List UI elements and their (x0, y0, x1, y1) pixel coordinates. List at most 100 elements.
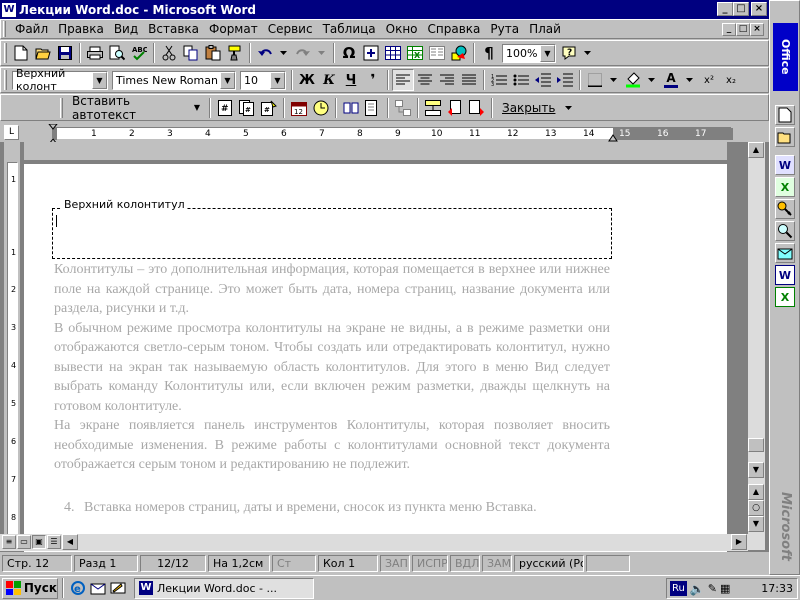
drawing-icon[interactable] (448, 42, 470, 64)
word-doc-icon[interactable]: W (775, 265, 795, 285)
chevron-down-icon[interactable]: ▼ (540, 44, 555, 62)
toolbar-grip[interactable] (4, 70, 7, 90)
align-left-icon[interactable] (392, 69, 414, 91)
outlook-icon[interactable] (775, 243, 795, 263)
font-size-select[interactable]: 10 ▼ (240, 70, 286, 90)
save-icon[interactable] (54, 42, 76, 64)
symbol-icon[interactable]: Ω (338, 42, 360, 64)
toolbar-grip[interactable] (4, 43, 7, 63)
borders-icon[interactable] (584, 69, 606, 91)
highlight-icon[interactable] (622, 69, 644, 91)
chevron-down-icon[interactable]: ▼ (220, 71, 235, 89)
menu-tools[interactable]: Сервис (263, 20, 318, 38)
show-next-icon[interactable] (466, 97, 488, 119)
office-logo[interactable]: Office (773, 23, 798, 91)
document-page[interactable]: Верхний колонтитул Колонтитулы – это доп… (24, 164, 727, 552)
internet-explorer-icon[interactable]: e (68, 578, 88, 598)
clock[interactable]: 17:33 (761, 582, 793, 595)
horizontal-scrollbar[interactable]: ≡ ▭ ▣ ☰ ◀ ▶ (0, 534, 748, 551)
doc-minimize-button[interactable]: _ (722, 23, 736, 36)
table-icon[interactable] (382, 42, 404, 64)
menu-grip[interactable] (3, 21, 6, 37)
indent-marker-icon[interactable] (48, 124, 58, 144)
zoom-select[interactable]: 100% ▼ (502, 43, 556, 63)
switch-header-footer-icon[interactable] (422, 97, 444, 119)
excel-app-icon[interactable]: X (775, 177, 795, 197)
same-as-previous-icon[interactable] (392, 97, 414, 119)
underline-button[interactable]: Ч (340, 69, 362, 91)
excel-doc-icon[interactable]: X (775, 287, 795, 307)
show-previous-icon[interactable] (444, 97, 466, 119)
copy-icon[interactable] (180, 42, 202, 64)
ruler-track[interactable]: 1 2 3 4 5 6 7 8 9 10 11 12 13 14 15 16 1… (48, 124, 733, 144)
subscript-button[interactable]: x₂ (720, 69, 742, 91)
access-key-icon[interactable] (775, 199, 795, 219)
taskbar-item-word[interactable]: W Лекции Word.doc - ... (134, 577, 314, 599)
paste-icon[interactable] (202, 42, 224, 64)
chevron-down-icon[interactable]: ▼ (270, 71, 285, 89)
menu-play[interactable]: Плай (524, 20, 566, 38)
right-indent-marker-icon[interactable] (608, 134, 618, 142)
outlook-express-icon[interactable] (88, 578, 108, 598)
page-number-icon[interactable]: # (214, 97, 236, 119)
outline-view-icon[interactable]: ☰ (47, 535, 61, 549)
toolbar-options-icon[interactable] (580, 42, 596, 64)
vertical-ruler-track[interactable]: 1 1 2 3 4 5 6 7 8 (7, 162, 18, 547)
menu-ruta[interactable]: Рута (485, 20, 524, 38)
spelling-icon[interactable]: ABC (128, 42, 150, 64)
cut-icon[interactable] (158, 42, 180, 64)
page-layout-view-icon[interactable]: ▣ (32, 535, 46, 549)
format-page-number-icon[interactable]: # (258, 97, 280, 119)
language-indicator[interactable]: Ru (670, 581, 687, 596)
align-right-icon[interactable] (436, 69, 458, 91)
excel-icon[interactable]: X (404, 42, 426, 64)
redo-icon[interactable] (292, 42, 314, 64)
increase-indent-icon[interactable] (554, 69, 576, 91)
chevron-down-icon[interactable]: ▼ (92, 71, 107, 89)
menu-table[interactable]: Таблица (318, 20, 381, 38)
preview-icon[interactable] (106, 42, 128, 64)
insert-date-icon[interactable]: 12 (288, 97, 310, 119)
align-center-icon[interactable] (414, 69, 436, 91)
select-browse-object-icon[interactable]: ○ (748, 500, 764, 516)
next-page-icon[interactable]: ▼ (748, 516, 764, 532)
tab-selector[interactable]: L (4, 125, 19, 140)
menu-help[interactable]: Справка (423, 20, 486, 38)
vertical-scrollbar[interactable]: ▲ ▼ ▲ ○ ▼ (748, 142, 765, 550)
bullets-icon[interactable] (510, 69, 532, 91)
italic-button[interactable]: К (318, 69, 340, 91)
apostrophe-icon[interactable]: ❜ (362, 69, 384, 91)
superscript-button[interactable]: x² (698, 69, 720, 91)
status-rec[interactable]: ЗАП (380, 555, 410, 572)
status-ovr[interactable]: ЗАМ (482, 555, 512, 572)
undo-icon[interactable] (254, 42, 276, 64)
page-setup-icon[interactable] (340, 97, 362, 119)
numbering-icon[interactable]: 123 (488, 69, 510, 91)
status-ext[interactable]: ВДЛ (450, 555, 480, 572)
style-select[interactable]: Верхний колонт ▼ (12, 67, 108, 93)
maximize-button[interactable]: □ (733, 2, 749, 16)
minimize-button[interactable]: _ (717, 2, 733, 16)
font-color-icon[interactable]: A (660, 69, 682, 91)
font-color-dropdown-icon[interactable] (682, 69, 698, 91)
doc-restore-button[interactable]: □ (736, 23, 750, 36)
page-count-icon[interactable]: # (236, 97, 258, 119)
highlight-dropdown-icon[interactable] (644, 69, 660, 91)
previous-page-icon[interactable]: ▲ (748, 484, 764, 500)
scroll-up-icon[interactable]: ▲ (748, 142, 764, 158)
toolbar-options-icon[interactable] (561, 97, 577, 119)
insert-time-icon[interactable] (310, 97, 332, 119)
bold-button[interactable]: Ж (296, 69, 318, 91)
align-justify-icon[interactable] (458, 69, 480, 91)
menu-insert[interactable]: Вставка (143, 20, 204, 38)
close-header-footer-button[interactable]: Закрыть (496, 97, 561, 118)
decrease-indent-icon[interactable] (532, 69, 554, 91)
show-desktop-icon[interactable] (108, 578, 128, 598)
header-area[interactable] (52, 208, 612, 259)
status-language[interactable]: русский (Ро (514, 555, 584, 572)
status-trk[interactable]: ИСПР (412, 555, 448, 572)
scroll-left-icon[interactable]: ◀ (62, 534, 78, 550)
word-icon[interactable]: W (2, 2, 16, 17)
menu-edit[interactable]: Правка (53, 20, 109, 38)
scroll-down-icon[interactable]: ▼ (748, 462, 764, 478)
